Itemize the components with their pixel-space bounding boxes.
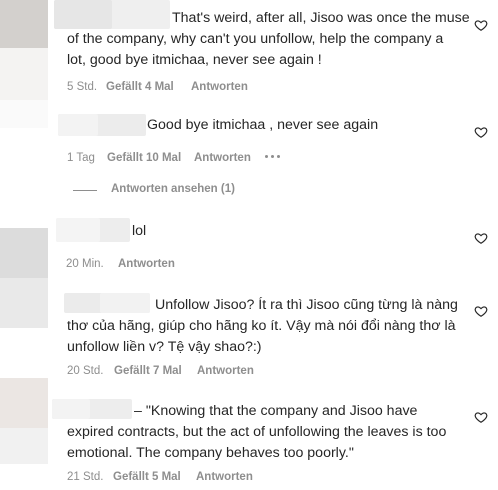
comment-time[interactable]: 20 Min. [66, 257, 104, 271]
comment-time[interactable]: 21 Std. [67, 470, 103, 484]
comment-text: emotional. The company behaves too poorl… [67, 445, 354, 461]
avatar [0, 378, 48, 428]
reply-button[interactable]: Antworten [197, 364, 254, 378]
comment-meta: 1 Tag Gefällt 10 Mal Antworten [67, 151, 297, 165]
reply-button[interactable]: Antworten [196, 470, 253, 484]
username-blurred [52, 399, 90, 419]
comment-text: thơ của hãng, giúp cho hãng ko ít. Vậy m… [67, 318, 456, 334]
comment-meta: 5 Std. Gefällt 4 Mal Antworten [67, 80, 267, 94]
view-replies-button[interactable]: Antworten ansehen (1) [111, 183, 235, 195]
replies-divider [73, 190, 97, 191]
comment-meta: 20 Min. Antworten [66, 257, 226, 271]
avatar [0, 100, 48, 128]
heart-icon[interactable] [474, 304, 488, 318]
heart-icon[interactable] [474, 410, 488, 424]
heart-icon[interactable] [474, 231, 488, 245]
heart-icon[interactable] [474, 18, 488, 32]
comment-time[interactable]: 1 Tag [67, 151, 95, 165]
username-blurred [56, 218, 100, 242]
avatar [0, 228, 48, 278]
likes-count[interactable]: Gefällt 7 Mal [114, 364, 182, 378]
comment-meta: 20 Std. Gefällt 7 Mal Antworten [67, 364, 267, 378]
comment-meta: 21 Std. Gefällt 5 Mal Antworten [67, 470, 267, 484]
username-blurred [54, 0, 112, 29]
comment-text: of the company, why can't you unfollow, … [67, 31, 444, 47]
username-blurred [58, 114, 98, 136]
heart-icon[interactable] [474, 125, 488, 139]
comment-text: lot, good bye itmichaa, never see again … [67, 52, 322, 68]
likes-count[interactable]: Gefällt 4 Mal [106, 80, 174, 94]
comment-text: Unfollow Jisoo? Ít ra thì Jisoo cũng từn… [155, 297, 458, 313]
comment-time[interactable]: 5 Std. [67, 80, 97, 94]
avatar [0, 48, 48, 100]
more-options-icon[interactable] [265, 154, 281, 160]
comment-time[interactable]: 20 Std. [67, 364, 103, 378]
likes-count[interactable]: Gefällt 5 Mal [113, 470, 181, 484]
reply-button[interactable]: Antworten [191, 80, 248, 94]
avatar [0, 428, 48, 464]
avatar [0, 0, 48, 48]
comment-text: That's weird, after all, Jisoo was once … [172, 10, 470, 26]
reply-button[interactable]: Antworten [118, 257, 175, 271]
comment-text: expired contracts, but the act of unfoll… [67, 424, 447, 440]
username-blurred [100, 293, 150, 313]
comment-text: lol [132, 223, 147, 239]
comment-text: – "Knowing that the company and Jisoo ha… [134, 403, 418, 419]
avatar [0, 278, 48, 328]
comment-text: unfollow liền v? Tệ vậy shao?:) [67, 339, 262, 355]
likes-count[interactable]: Gefällt 10 Mal [107, 151, 181, 165]
reply-button[interactable]: Antworten [194, 151, 251, 165]
comment-text: Good bye itmichaa , never see again [147, 117, 379, 133]
